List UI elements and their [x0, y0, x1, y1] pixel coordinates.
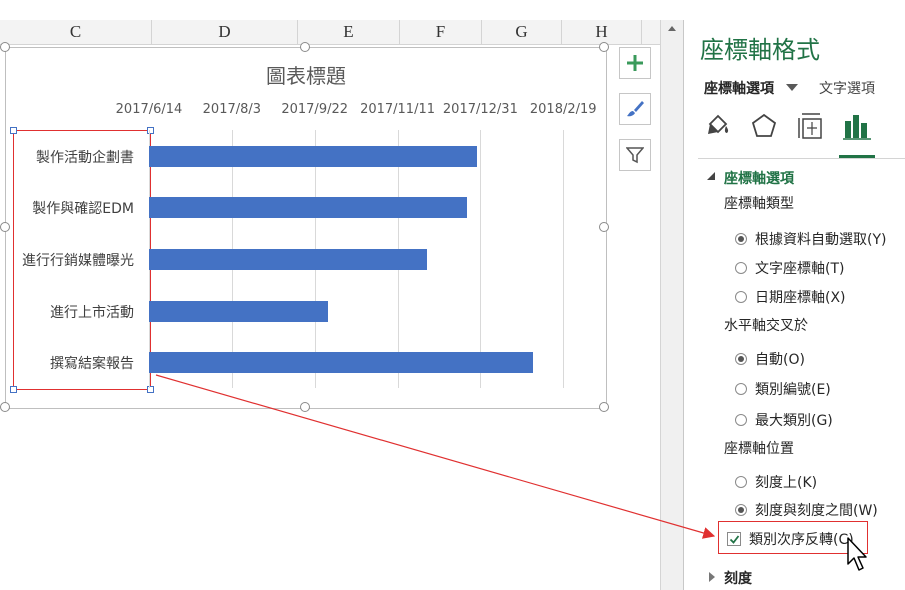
checkbox-reverse-order[interactable]: 類別次序反轉(C) — [727, 529, 854, 549]
radio-position-on-ticks[interactable]: 刻度上(K) — [735, 472, 817, 492]
column-header-e[interactable]: E — [298, 20, 400, 44]
collapse-triangle-icon[interactable] — [706, 171, 716, 181]
format-axis-pane: 座標軸格式 座標軸選項 文字選項 座標軸選項 座標軸類型 根據資料自動選取(Y)… — [684, 0, 905, 590]
tab-text-options[interactable]: 文字選項 — [819, 78, 875, 98]
radio-button[interactable] — [735, 504, 747, 516]
chevron-down-icon[interactable] — [786, 84, 798, 91]
chart-styles-button[interactable] — [619, 93, 651, 125]
axis-position-label: 座標軸位置 — [724, 441, 794, 457]
axis-handle[interactable] — [10, 127, 17, 134]
radio-label: 根據資料自動選取(Y) — [755, 232, 887, 248]
column-header-g[interactable]: G — [482, 20, 562, 44]
radio-label: 自動(O) — [755, 352, 805, 368]
checkbox[interactable] — [727, 532, 741, 546]
gridline — [563, 130, 565, 388]
category-label: 進行上市活動 — [50, 304, 134, 321]
gridline — [480, 130, 482, 388]
fill-line-icon[interactable] — [702, 110, 734, 142]
crosses-label: 水平軸交叉於 — [724, 318, 808, 334]
scroll-up-icon[interactable] — [665, 22, 679, 36]
chart-styles-icon — [627, 101, 644, 117]
radio-label: 刻度與刻度之間(W) — [755, 503, 878, 519]
mouse-cursor-icon — [847, 537, 867, 571]
top-strip — [0, 0, 660, 21]
resize-handle[interactable] — [599, 42, 609, 52]
radio-label: 刻度上(K) — [755, 475, 818, 491]
axis-handle[interactable] — [10, 386, 17, 393]
radio-label: 日期座標軸(X) — [755, 290, 846, 306]
radio-crosses-auto[interactable]: 自動(O) — [735, 349, 805, 369]
section-axis-options[interactable]: 座標軸選項 — [724, 168, 794, 188]
category-label: 製作活動企劃書 — [36, 149, 134, 166]
column-header-c[interactable]: C — [0, 20, 152, 44]
tab-axis-options[interactable]: 座標軸選項 — [704, 78, 774, 98]
vertical-scrollbar[interactable] — [660, 20, 684, 590]
chart-elements-icon — [627, 55, 643, 71]
chart-elements-button[interactable] — [619, 47, 651, 79]
x-tick-label: 2017/6/14 — [115, 102, 183, 117]
worksheet-area[interactable]: C D E F G H 圖表標題 2017/6/14 2017/8/3 2017/9… — [0, 0, 660, 590]
radio-button[interactable] — [735, 291, 747, 303]
resize-handle[interactable] — [599, 222, 609, 232]
column-header-f[interactable]: F — [400, 20, 482, 44]
checkbox-label: 類別次序反轉(C) — [749, 532, 854, 548]
radio-position-between-ticks[interactable]: 刻度與刻度之間(W) — [735, 500, 878, 520]
axis-options-icon[interactable] — [841, 110, 873, 142]
pane-title: 座標軸格式 — [700, 36, 820, 64]
category-label: 進行行銷媒體曝光 — [22, 253, 134, 269]
expand-triangle-icon[interactable] — [709, 572, 715, 582]
resize-handle[interactable] — [0, 402, 10, 412]
x-tick-label: 2018/2/19 — [529, 102, 597, 117]
radio-crosses-category-number[interactable]: 類別編號(E) — [735, 379, 831, 399]
x-tick-label: 2017/11/11 — [360, 102, 435, 117]
bar[interactable] — [149, 197, 468, 219]
resize-handle[interactable] — [0, 42, 10, 52]
category-label: 製作與確認EDM — [32, 201, 134, 218]
chart-filters-button[interactable] — [619, 139, 651, 171]
radio-label: 類別編號(E) — [755, 382, 831, 398]
radio-label: 最大類別(G) — [755, 413, 833, 429]
radio-button[interactable] — [735, 414, 747, 426]
resize-handle[interactable] — [0, 222, 10, 232]
radio-button[interactable] — [735, 233, 747, 245]
radio-axis-type-auto[interactable]: 根據資料自動選取(Y) — [735, 229, 886, 249]
resize-handle[interactable] — [599, 402, 609, 412]
radio-button[interactable] — [735, 476, 747, 488]
checkmark-icon — [729, 534, 739, 544]
column-header-h[interactable]: H — [562, 20, 642, 44]
axis-type-label: 座標軸類型 — [724, 196, 794, 212]
x-tick-label: 2017/8/3 — [202, 102, 262, 117]
chart-title[interactable]: 圖表標題 — [6, 60, 606, 89]
bar[interactable] — [149, 352, 534, 374]
radio-label: 文字座標軸(T) — [755, 261, 845, 277]
column-header-d[interactable]: D — [152, 20, 298, 44]
chart-filters-icon — [626, 147, 644, 164]
bar[interactable] — [149, 300, 328, 322]
radio-axis-type-date[interactable]: 日期座標軸(X) — [735, 287, 846, 307]
bar[interactable] — [149, 249, 428, 270]
resize-handle[interactable] — [300, 402, 310, 412]
pane-divider — [698, 158, 905, 159]
radio-button[interactable] — [735, 383, 747, 395]
radio-crosses-max-category[interactable]: 最大類別(G) — [735, 410, 833, 430]
column-header-row: C D E F G H — [0, 20, 660, 45]
resize-handle[interactable] — [300, 42, 310, 52]
radio-button[interactable] — [735, 353, 747, 365]
category-label: 撰寫結案報告 — [50, 356, 134, 373]
bar-chart[interactable]: 圖表標題 2017/6/14 2017/8/3 2017/9/22 2017/11/1… — [5, 47, 607, 409]
radio-axis-type-text[interactable]: 文字座標軸(T) — [735, 258, 844, 278]
radio-button[interactable] — [735, 262, 747, 274]
section-tick-marks[interactable]: 刻度 — [724, 568, 752, 588]
effects-icon[interactable] — [748, 110, 780, 142]
bar[interactable] — [149, 145, 478, 167]
size-properties-icon[interactable] — [794, 110, 826, 142]
x-tick-label: 2017/9/22 — [281, 102, 349, 117]
x-tick-label: 2017/12/31 — [442, 102, 518, 117]
